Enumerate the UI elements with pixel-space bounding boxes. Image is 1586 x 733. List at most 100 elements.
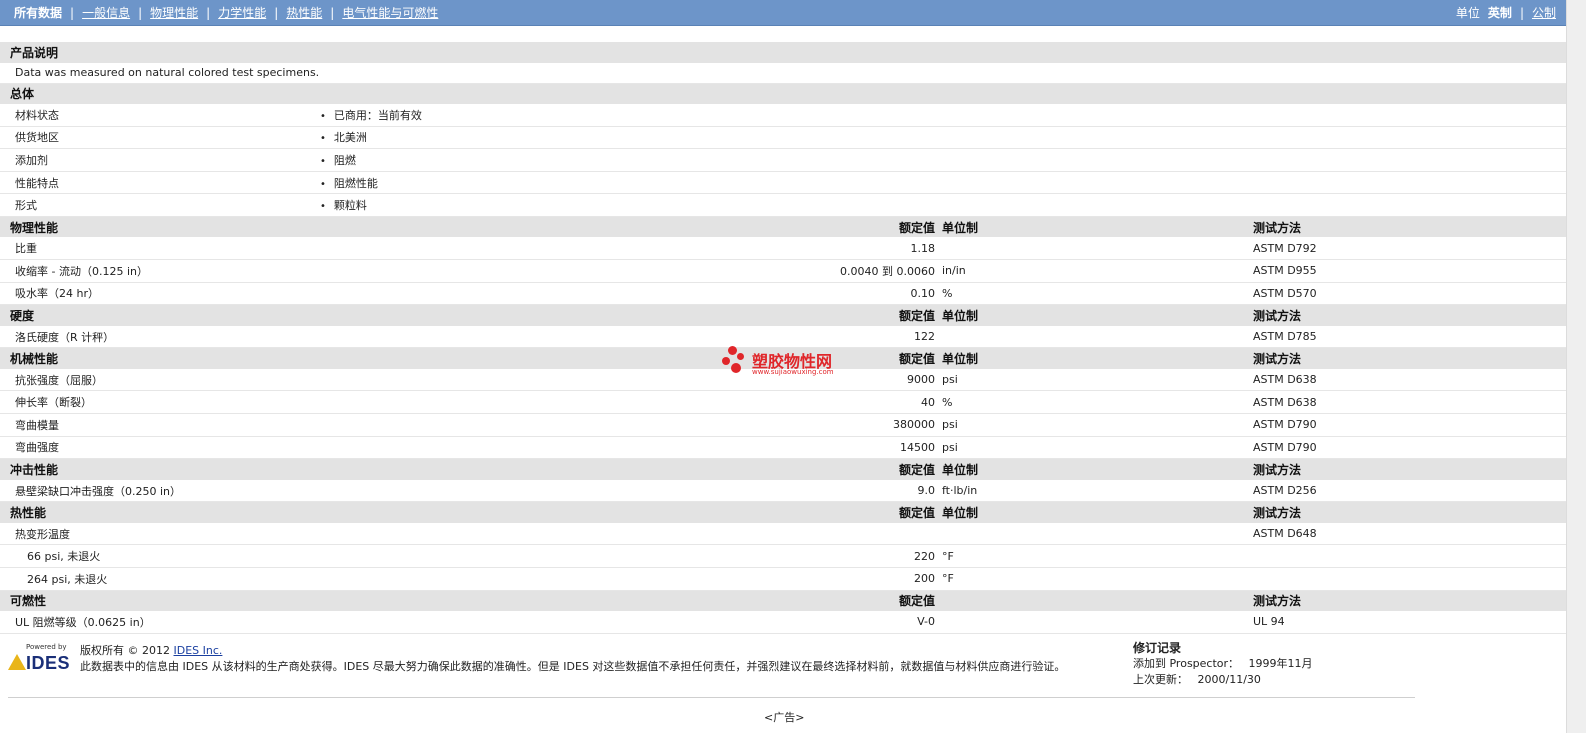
test-method: ASTM D638 (1253, 395, 1317, 409)
test-method: ASTM D785 (1253, 330, 1317, 344)
company-link[interactable]: IDES Inc. (174, 644, 223, 657)
column-header-test: 测试方法 (1253, 352, 1302, 367)
test-method: ASTM D638 (1253, 373, 1317, 387)
datasheet-page: 所有数据 | 一般信息 | 物理性能 | 力学性能 | 热性能 | 电气性能与可… (0, 0, 1566, 733)
test-method: ASTM D256 (1253, 484, 1317, 498)
column-header-nominal: 额定值 (898, 309, 935, 323)
property-unit: psi (942, 418, 958, 432)
table-row: UL 阻燃等级（0.0625 in） V-0 UL 94 (0, 611, 1566, 634)
property-value: 220 (914, 549, 935, 563)
column-header-nominal: 额定值 (898, 462, 935, 477)
vertical-scrollbar[interactable] (1566, 0, 1586, 733)
nav-electrical-flammability[interactable]: 电气性能与可燃性 (342, 4, 438, 21)
property-unit: ft·lb/in (942, 484, 978, 498)
property-label: 264 psi, 未退火 (27, 572, 108, 586)
section-header-thermal: 热性能 额定值 单位制 测试方法 (0, 502, 1566, 523)
property-label: 悬壁梁缺口冲击强度（0.250 in） (15, 484, 182, 498)
property-value: 颗粒料 (320, 197, 367, 213)
property-value: 9.0 (917, 484, 936, 498)
property-unit: psi (942, 440, 958, 454)
test-method: ASTM D648 (1253, 527, 1317, 541)
test-method: ASTM D570 (1253, 286, 1317, 300)
nav-separator: | (1519, 5, 1524, 20)
unit-label: 单位 (1455, 6, 1480, 20)
footer: Powered by IDES 版权所有 © 2012 IDES Inc. 此数… (0, 638, 1566, 698)
table-row: 伸长率（断裂） 40 % ASTM D638 (0, 391, 1566, 415)
revision-updated: 上次更新： 2000/11/30 (1133, 672, 1313, 688)
nav-mechanical[interactable]: 力学性能 (218, 4, 266, 21)
table-row: 性能特点 阻燃性能 (0, 172, 1566, 195)
property-label: 材料状态 (15, 108, 59, 122)
revision-added-value: 1999年11月 (1248, 657, 1313, 670)
nav-separator: | (70, 5, 75, 20)
nav-separator: | (138, 5, 143, 20)
revision-updated-label: 上次更新： (1133, 673, 1188, 686)
property-label: 伸长率（断裂） (15, 396, 92, 410)
nav-physical[interactable]: 物理性能 (150, 4, 198, 21)
property-label: 抗张强度（屈服） (15, 373, 103, 387)
nav-separator: | (330, 5, 335, 20)
property-label: 形式 (15, 199, 37, 213)
unit-english[interactable]: 英制 (1488, 4, 1512, 21)
section-nav: 所有数据 | 一般信息 | 物理性能 | 力学性能 | 热性能 | 电气性能与可… (14, 4, 438, 21)
property-value: 14500 (900, 440, 935, 454)
property-unit: psi (942, 373, 958, 387)
property-value: 0.0040 到 0.0060 (840, 264, 935, 278)
description-text: Data was measured on natural colored tes… (15, 66, 320, 79)
column-header-unit: 单位制 (942, 352, 979, 367)
table-row: 添加剂 阻燃 (0, 149, 1566, 172)
property-value: 9000 (907, 373, 935, 387)
column-header-unit: 单位制 (942, 462, 979, 477)
property-value: 40 (921, 395, 935, 409)
ides-triangle-icon (8, 654, 26, 670)
table-row: 比重 1.18 ASTM D792 (0, 237, 1566, 261)
table-row: 弯曲模量 380000 psi ASTM D790 (0, 414, 1566, 437)
nav-separator: | (206, 5, 211, 20)
property-unit: % (942, 286, 953, 300)
table-row: 洛氏硬度（R 计秤） 122 ASTM D785 (0, 326, 1566, 349)
property-value: 380000 (893, 418, 935, 432)
property-value: 北美洲 (320, 129, 367, 145)
property-label: 添加剂 (15, 153, 48, 167)
property-label: 66 psi, 未退火 (27, 550, 101, 564)
property-value: 0.10 (910, 286, 936, 300)
section-header-general: 总体 (0, 83, 1566, 104)
revision-added: 添加到 Prospector： 1999年11月 (1133, 656, 1313, 672)
unit-metric[interactable]: 公制 (1532, 4, 1556, 21)
nav-all-data[interactable]: 所有数据 (14, 4, 62, 21)
powered-by-text: Powered by (26, 643, 67, 651)
property-label: 吸水率（24 hr） (15, 287, 99, 301)
nav-general-info[interactable]: 一般信息 (82, 4, 130, 21)
description-row: Data was measured on natural colored tes… (0, 63, 1566, 84)
test-method: ASTM D792 (1253, 241, 1317, 255)
table-row: 形式 颗粒料 (0, 194, 1566, 217)
nav-thermal[interactable]: 热性能 (286, 4, 322, 21)
section-header-impact: 冲击性能 额定值 单位制 测试方法 (0, 459, 1566, 480)
table-row: 供货地区 北美洲 (0, 127, 1566, 150)
ides-logo[interactable]: Powered by IDES (8, 643, 70, 673)
test-method: UL 94 (1253, 615, 1285, 629)
watermark-dot-icon (722, 357, 730, 365)
ad-label: <广告> (764, 711, 805, 724)
column-header-unit: 单位制 (942, 309, 979, 323)
column-header-nominal: 额定值 (898, 506, 935, 521)
property-value: 阻燃性能 (320, 175, 378, 191)
column-header-test: 测试方法 (1253, 220, 1302, 235)
property-unit: °F (942, 549, 954, 563)
section-header-flammability: 可燃性 额定值 测试方法 (0, 590, 1566, 612)
section-title: 机械性能 (10, 352, 59, 367)
section-header-description: 产品说明 (0, 42, 1566, 63)
column-header-nominal: 额定值 (898, 220, 935, 235)
section-header-physical: 物理性能 额定值 单位制 测试方法 (0, 216, 1566, 238)
top-nav-bar: 所有数据 | 一般信息 | 物理性能 | 力学性能 | 热性能 | 电气性能与可… (0, 0, 1566, 26)
property-value: 122 (914, 330, 935, 344)
column-header-nominal: 额定值 (898, 352, 935, 367)
revision-added-label: 添加到 Prospector： (1133, 657, 1240, 670)
property-label: 热变形温度 (15, 527, 70, 541)
property-label: 性能特点 (15, 176, 59, 190)
section-title: 产品说明 (10, 45, 59, 60)
property-label: 比重 (15, 242, 37, 256)
disclaimer-text: 此数据表中的信息由 IDES 从该材料的生产商处获得。IDES 尽最大努力确保此… (80, 660, 1066, 673)
property-label: 洛氏硬度（R 计秤） (15, 330, 115, 344)
property-label: 供货地区 (15, 131, 59, 145)
